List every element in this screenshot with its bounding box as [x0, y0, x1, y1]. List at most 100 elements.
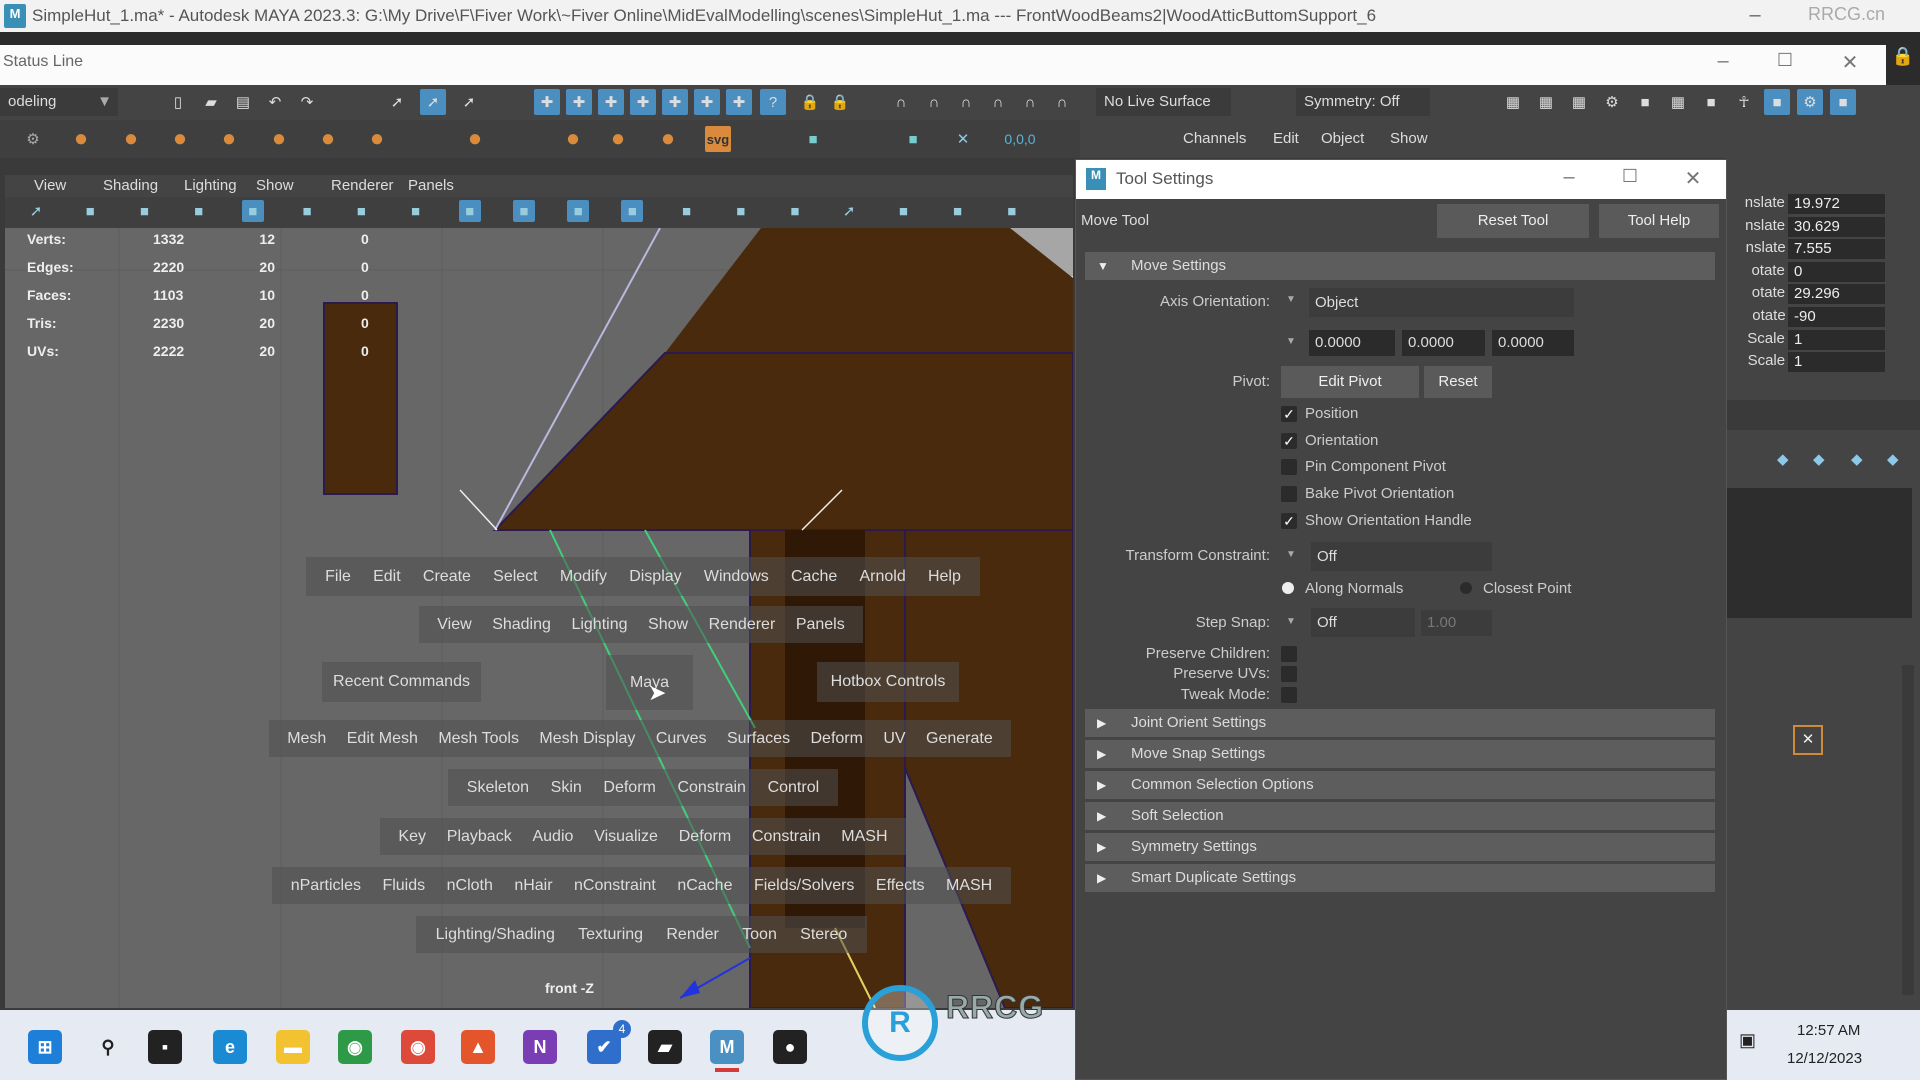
hotbox-item[interactable]: Constrain	[677, 779, 745, 797]
channel-value-field[interactable]: 30.629	[1788, 216, 1885, 237]
hotbox-item[interactable]: Deform	[603, 779, 655, 797]
checkbox-bake-pivot-orientation[interactable]	[1281, 486, 1297, 503]
hotbox-item[interactable]: Curves	[656, 730, 707, 748]
magnet-icon[interactable]: ∩	[888, 89, 914, 115]
help-icon[interactable]: ?	[760, 89, 786, 115]
poly-plane-icon[interactable]: ●	[315, 125, 341, 152]
lock-icon[interactable]: 🔒	[797, 89, 823, 115]
hotbox-item[interactable]: Edit Mesh	[347, 730, 418, 748]
hotbox-item[interactable]: Control	[768, 779, 820, 797]
freeze-transform-icon[interactable]: ✕	[950, 126, 976, 152]
hotbox-item[interactable]: MASH	[946, 877, 992, 895]
modeling-toolkit-icon[interactable]: ■	[1698, 89, 1724, 115]
hotbox-controls[interactable]: Hotbox Controls	[817, 662, 959, 702]
search-icon[interactable]: ⚲	[91, 1030, 125, 1064]
edit-menu[interactable]: Edit	[1273, 130, 1299, 147]
maximize-icon[interactable]: ☐	[1765, 50, 1805, 71]
hotbox-item[interactable]: Playback	[447, 828, 512, 846]
human-ik-icon[interactable]: ☥	[1731, 89, 1757, 115]
section-smart-duplicate-settings[interactable]: ▶ Smart Duplicate Settings	[1085, 864, 1715, 892]
snap-plane-icon[interactable]: ✚	[726, 89, 752, 115]
hotbox-item[interactable]: Deform	[811, 730, 863, 748]
poly-disc-icon[interactable]: ●	[364, 125, 390, 152]
hotbox-item[interactable]: Skin	[551, 779, 582, 797]
camera-attributes-icon[interactable]: ■	[79, 200, 101, 222]
tool-help-button[interactable]: Tool Help	[1599, 204, 1719, 238]
snap-curve-icon[interactable]: ✚	[566, 89, 592, 115]
scrollbar[interactable]	[1902, 665, 1914, 995]
hotbox-item[interactable]: Fields/Solvers	[754, 877, 854, 895]
render-view-icon[interactable]: ▦	[1500, 89, 1526, 115]
type-grid-icon[interactable]: ■	[800, 126, 826, 152]
new-layer-icon[interactable]: ◆	[1851, 450, 1863, 468]
hotbox-item[interactable]: Deform	[679, 828, 731, 846]
view-menu[interactable]: View	[34, 177, 66, 194]
axis-orientation-dropdown[interactable]: Object	[1309, 288, 1574, 317]
checkbox-position[interactable]: ✓	[1281, 406, 1297, 422]
checkbox-show-orientation-handle[interactable]: ✓	[1281, 512, 1297, 529]
windows-start-icon[interactable]: ⊞	[28, 1030, 62, 1064]
smooth-shade-icon[interactable]: ■	[512, 200, 535, 222]
hotbox-recent-commands[interactable]: Recent Commands	[322, 662, 481, 702]
chevron-down-icon[interactable]: ▼	[1286, 549, 1296, 560]
redo-icon[interactable]: ↷	[294, 89, 320, 115]
hotbox-item[interactable]: Shading	[492, 616, 551, 634]
edit-pivot-button[interactable]: Edit Pivot	[1281, 366, 1419, 398]
hotbox-item[interactable]: Mesh Display	[539, 730, 635, 748]
preserve-children-checkbox[interactable]	[1281, 646, 1297, 662]
hotbox-item[interactable]: nCache	[677, 877, 732, 895]
panels-menu[interactable]: Panels	[408, 177, 454, 194]
magnet2-icon[interactable]: ∩	[921, 89, 947, 115]
hotbox-item[interactable]: Windows	[704, 568, 769, 586]
channel-value-field[interactable]: 29.296	[1788, 284, 1885, 305]
chevron-down-icon[interactable]: ▼	[1286, 294, 1296, 305]
show-menu[interactable]: Show	[1390, 130, 1428, 147]
hotbox-item[interactable]: Panels	[796, 616, 845, 634]
select-camera-icon[interactable]: ➚	[25, 200, 47, 222]
hotbox-item[interactable]: Effects	[876, 877, 925, 895]
chevron-down-icon[interactable]: ▼	[1286, 336, 1296, 347]
select-component-icon[interactable]: ➚	[456, 89, 482, 115]
hotbox-item[interactable]: Stereo	[800, 926, 847, 944]
svg-icon[interactable]: svg	[705, 126, 731, 152]
xray-icon[interactable]: ■	[784, 200, 806, 222]
reset-transform-icon[interactable]: 0,0,0	[1000, 126, 1040, 152]
save-scene-icon[interactable]: ▤	[230, 89, 256, 115]
select-lock-icon[interactable]: 🔒	[827, 89, 853, 115]
hotbox-item[interactable]: Render	[666, 926, 718, 944]
section-joint-orient-settings[interactable]: ▶ Joint Orient Settings	[1085, 709, 1715, 737]
hotbox-item[interactable]: Skeleton	[467, 779, 529, 797]
menu-set-dropdown[interactable]: odeling ▼	[0, 88, 118, 116]
chrome-icon[interactable]: ◉	[401, 1030, 435, 1064]
onenote-icon[interactable]: N	[523, 1030, 557, 1064]
symmetry-dropdown[interactable]: Symmetry: Off	[1296, 88, 1430, 116]
wireframe-icon[interactable]: ■	[458, 200, 481, 222]
closest-point-radio[interactable]	[1460, 582, 1472, 594]
brave-icon[interactable]: ▲	[461, 1030, 495, 1064]
channel-box-icon[interactable]: ■	[1830, 89, 1856, 115]
obs-icon[interactable]: ●	[773, 1030, 807, 1064]
channel-value-field[interactable]: 0	[1788, 261, 1885, 282]
reset-tool-button[interactable]: Reset Tool	[1437, 204, 1589, 238]
resolution-gate-icon[interactable]: ■	[350, 200, 372, 222]
hotbox-item[interactable]: View	[437, 616, 471, 634]
hotbox-item[interactable]: Generate	[926, 730, 993, 748]
poly-cylinder-icon[interactable]: ●	[167, 125, 193, 152]
ambient-occlusion-icon[interactable]: ■	[730, 200, 752, 222]
render-setup-icon[interactable]: ▦	[1665, 89, 1691, 115]
lighting-menu[interactable]: Lighting	[184, 177, 237, 194]
chrome-profile-icon[interactable]: ◉	[338, 1030, 372, 1064]
move-layer-down-icon[interactable]: ◆	[1813, 450, 1825, 468]
channel-value-field[interactable]: 7.555	[1788, 239, 1885, 260]
section-common-selection-options[interactable]: ▶ Common Selection Options	[1085, 771, 1715, 799]
hotbox-item[interactable]: Visualize	[594, 828, 658, 846]
hotbox-item[interactable]: Edit	[373, 568, 401, 586]
channel-value-field[interactable]: 1	[1788, 329, 1885, 350]
hotbox-item[interactable]: Lighting	[571, 616, 627, 634]
hotbox-item[interactable]: MASH	[841, 828, 887, 846]
axis-x-field[interactable]: 0.0000	[1309, 330, 1395, 356]
hotbox-item[interactable]: Cache	[791, 568, 837, 586]
magnet6-icon[interactable]: ∩	[1049, 89, 1075, 115]
two-sided-lighting-icon[interactable]: ■	[947, 200, 969, 222]
center-pivot-icon[interactable]: ■	[900, 126, 926, 152]
